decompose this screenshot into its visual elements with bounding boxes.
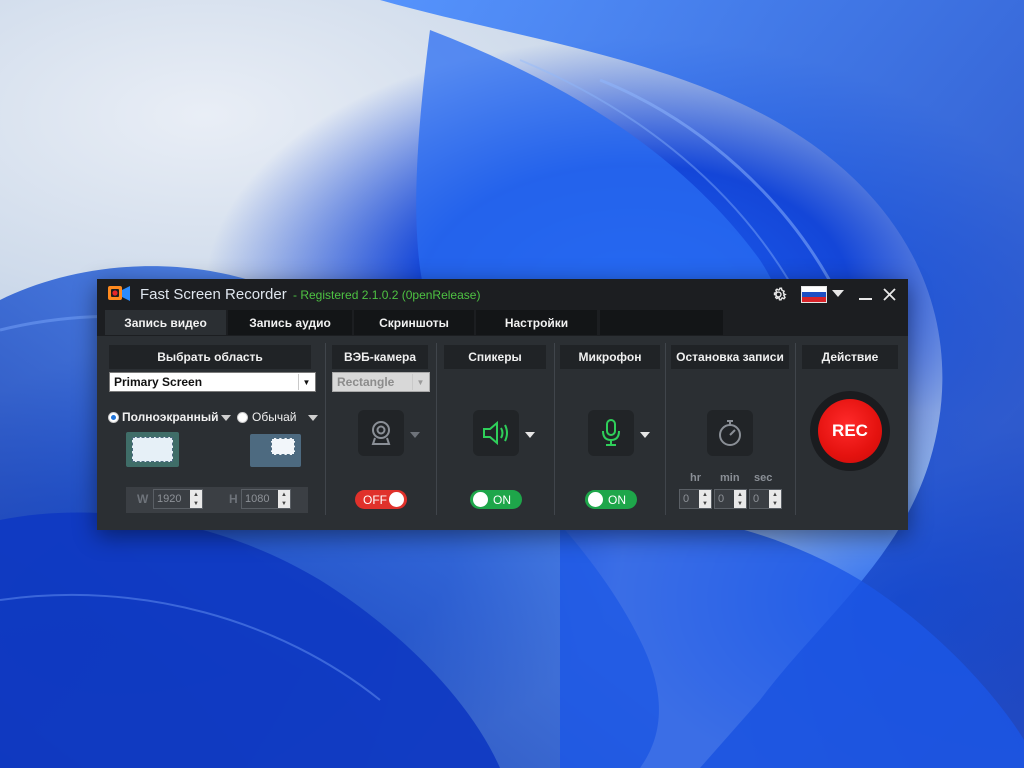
- divider: [325, 343, 326, 515]
- window-preview-icon[interactable]: [250, 434, 301, 467]
- speakers-toggle[interactable]: ON: [470, 490, 522, 509]
- height-stepper[interactable]: ▲ ▼: [278, 490, 290, 508]
- minutes-value: 0: [718, 493, 725, 505]
- dropdown-arrow-icon[interactable]: ▼: [298, 374, 314, 390]
- gear-icon[interactable]: [768, 283, 788, 305]
- speakers-toggle-label: ON: [493, 492, 511, 507]
- normal-options-chevron-icon[interactable]: [308, 415, 318, 421]
- webcam-toggle[interactable]: OFF: [355, 490, 407, 509]
- seconds-stepper[interactable]: ▲ ▼: [769, 490, 781, 508]
- webcam-toggle-label: OFF: [363, 492, 387, 507]
- hours-value: 0: [683, 493, 690, 505]
- seconds-value: 0: [753, 493, 760, 505]
- rec-button[interactable]: REC: [818, 399, 882, 463]
- webcam-shape-select: Rectangle ▼: [332, 372, 430, 392]
- height-label: H: [229, 492, 238, 506]
- label-normal: Обычай: [252, 410, 297, 424]
- height-value: 1080: [245, 493, 270, 505]
- source-select[interactable]: Primary Screen ▼: [109, 372, 316, 392]
- label-fullscreen: Полноэкранный: [122, 410, 219, 424]
- radio-fullscreen[interactable]: [108, 412, 119, 423]
- webcam-icon[interactable]: [358, 410, 404, 456]
- hours-input[interactable]: 0 ▲ ▼: [679, 489, 712, 509]
- width-label: W: [137, 492, 149, 506]
- chevron-down-icon[interactable]: [831, 283, 845, 305]
- app-title: Fast Screen Recorder: [140, 286, 287, 303]
- dropdown-arrow-icon: ▼: [412, 374, 428, 390]
- height-input[interactable]: 1080 ▲ ▼: [241, 489, 291, 509]
- speaker-icon[interactable]: [473, 410, 519, 456]
- minutes-stepper[interactable]: ▲ ▼: [734, 490, 746, 508]
- toggle-knob: [588, 492, 603, 507]
- mic-toggle[interactable]: ON: [585, 490, 637, 509]
- min-label: min: [720, 472, 740, 484]
- section-header-stop: Остановка записи: [671, 345, 789, 369]
- fullscreen-preview-icon[interactable]: [126, 432, 179, 467]
- hours-stepper[interactable]: ▲ ▼: [699, 490, 711, 508]
- tab-settings[interactable]: Настройки: [476, 310, 597, 335]
- mic-toggle-label: ON: [608, 492, 626, 507]
- section-header-webcam: ВЭБ-камера: [332, 345, 428, 369]
- close-icon[interactable]: [881, 283, 897, 305]
- divider: [795, 343, 796, 515]
- stopwatch-icon[interactable]: [707, 410, 753, 456]
- toggle-knob: [473, 492, 488, 507]
- speaker-options-chevron-icon[interactable]: [525, 432, 535, 438]
- divider: [665, 343, 666, 515]
- app-window: Fast Screen Recorder - Registered 2.1.0.…: [97, 279, 908, 530]
- registration-status: - Registered 2.1.0.2 (0penRelease): [293, 288, 481, 302]
- russia-flag-icon[interactable]: [801, 283, 827, 305]
- width-stepper[interactable]: ▲ ▼: [190, 490, 202, 508]
- tab-empty: [600, 310, 723, 335]
- hr-label: hr: [690, 472, 701, 484]
- tab-video-recording[interactable]: Запись видео: [105, 310, 226, 335]
- webcam-options-chevron-icon: [410, 432, 420, 438]
- section-header-mic: Микрофон: [560, 345, 660, 369]
- width-value: 1920: [157, 493, 182, 505]
- minimize-icon[interactable]: [857, 283, 873, 305]
- width-input[interactable]: 1920 ▲ ▼: [153, 489, 203, 509]
- toggle-knob: [389, 492, 404, 507]
- seconds-input[interactable]: 0 ▲ ▼: [749, 489, 782, 509]
- tab-screenshots[interactable]: Скриншоты: [354, 310, 474, 335]
- app-logo-icon: [108, 286, 130, 301]
- source-select-value: Primary Screen: [114, 375, 203, 389]
- section-header-speakers: Спикеры: [444, 345, 546, 369]
- webcam-shape-value: Rectangle: [337, 375, 395, 389]
- minutes-input[interactable]: 0 ▲ ▼: [714, 489, 747, 509]
- section-header-area: Выбрать область: [109, 345, 311, 369]
- section-header-action: Действие: [802, 345, 898, 369]
- mic-options-chevron-icon[interactable]: [640, 432, 650, 438]
- divider: [554, 343, 555, 515]
- radio-normal[interactable]: [237, 412, 248, 423]
- tab-audio-recording[interactable]: Запись аудио: [228, 310, 352, 335]
- divider: [436, 343, 437, 515]
- microphone-icon[interactable]: [588, 410, 634, 456]
- sec-label: sec: [754, 472, 773, 484]
- fullscreen-options-chevron-icon[interactable]: [221, 415, 231, 421]
